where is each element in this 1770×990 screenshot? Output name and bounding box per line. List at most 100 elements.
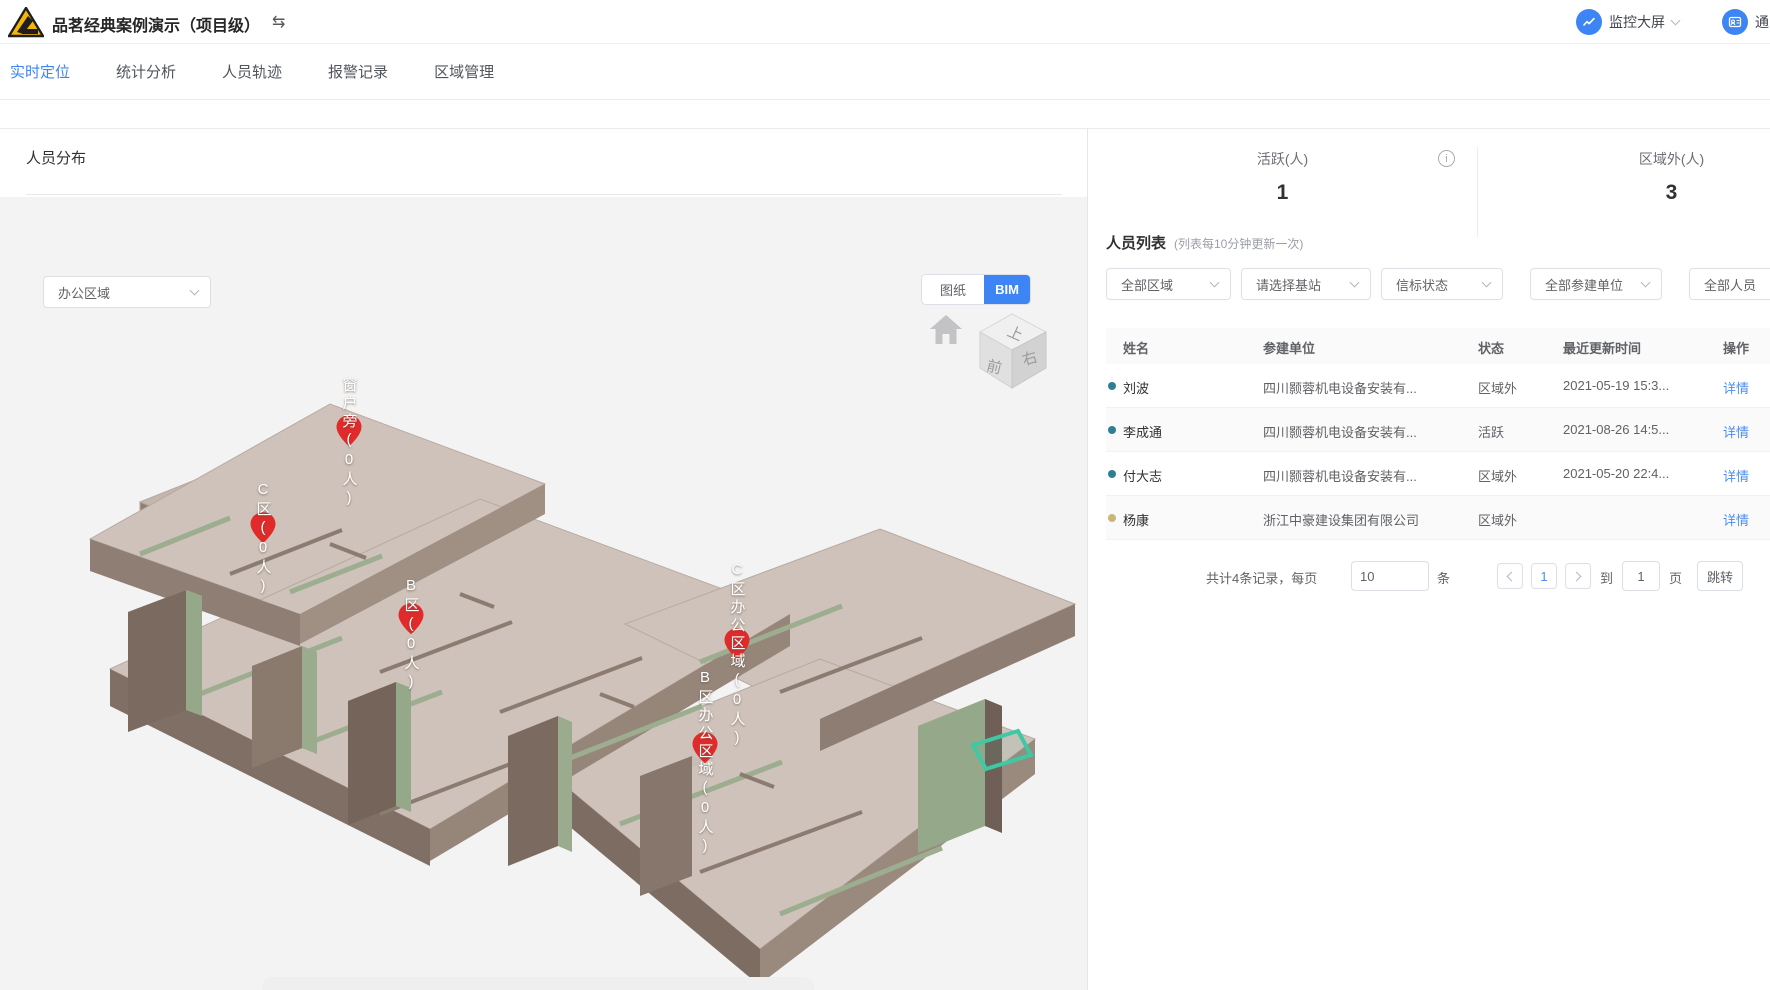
area-select-dropdown[interactable]: 办公区域 bbox=[43, 276, 211, 308]
detail-link[interactable]: 详情 bbox=[1723, 378, 1749, 397]
top-header: 品茗经典案例演示（项目级） ⇆ 监控大屏 通 bbox=[0, 0, 1770, 44]
cell-status: 区域外 bbox=[1478, 378, 1517, 397]
stat-active-value: 1 bbox=[1088, 181, 1477, 205]
switch-project-icon[interactable]: ⇆ bbox=[272, 12, 285, 32]
filter-beacon-status[interactable]: 信标状态 bbox=[1381, 268, 1503, 300]
filter-base-station-value: 请选择基站 bbox=[1256, 275, 1321, 294]
cell-company: 四川颢蓉机电设备安装有... bbox=[1263, 378, 1417, 397]
monitor-chart-icon bbox=[1576, 9, 1602, 35]
chevron-left-icon bbox=[1507, 571, 1517, 581]
personnel-list-title-row: 人员列表 (列表每10分钟更新一次) bbox=[1106, 232, 1303, 253]
cell-name: 杨康 bbox=[1123, 510, 1149, 529]
col-status: 状态 bbox=[1478, 338, 1504, 357]
filter-all-areas-value: 全部区域 bbox=[1121, 275, 1173, 294]
home-view-icon[interactable] bbox=[925, 309, 967, 351]
filter-beacon-status-value: 信标状态 bbox=[1396, 275, 1448, 294]
tab-statistics-analysis[interactable]: 统计分析 bbox=[116, 61, 176, 82]
col-name: 姓名 bbox=[1123, 338, 1149, 357]
cell-name: 李成通 bbox=[1123, 422, 1162, 441]
page-size-input[interactable] bbox=[1351, 561, 1429, 591]
personnel-distribution-panel: 人员分布 bbox=[0, 129, 1087, 990]
filter-company-value: 全部参建单位 bbox=[1545, 275, 1623, 294]
cell-company: 浙江中豪建设集团有限公司 bbox=[1263, 510, 1419, 529]
chevron-right-icon bbox=[1572, 571, 1582, 581]
col-updated: 最近更新时间 bbox=[1563, 338, 1641, 357]
goto-page-input[interactable] bbox=[1622, 561, 1660, 591]
tab-personnel-track[interactable]: 人员轨迹 bbox=[222, 61, 282, 82]
stat-active: 活跃(人) 1 bbox=[1088, 149, 1477, 205]
stat-outside-value: 3 bbox=[1477, 181, 1770, 205]
view-mode-toggle: 图纸 BIM bbox=[922, 275, 1030, 304]
right-panel: 活跃(人) 1 i 区域外(人) 3 人员列表 (列表每10分钟更新一次) 全部… bbox=[1087, 129, 1770, 990]
tab-alarm-records[interactable]: 报警记录 bbox=[328, 61, 388, 82]
stat-outside-label: 区域外(人) bbox=[1477, 149, 1770, 169]
monitor-screen-button[interactable]: 监控大屏 bbox=[1576, 9, 1679, 35]
page-number-button[interactable]: 1 bbox=[1531, 563, 1557, 589]
panel-title: 人员分布 bbox=[26, 147, 86, 168]
tab-realtime-location[interactable]: 实时定位 bbox=[10, 61, 70, 82]
area-pin[interactable] bbox=[692, 731, 719, 764]
cell-updated: 2021-05-19 15:3... bbox=[1563, 378, 1669, 393]
next-page-button[interactable] bbox=[1565, 563, 1591, 589]
personnel-list-title: 人员列表 bbox=[1106, 232, 1166, 253]
tab-area-management[interactable]: 区域管理 bbox=[434, 61, 494, 82]
cell-company: 四川颢蓉机电设备安装有... bbox=[1263, 422, 1417, 441]
bim-mode-button[interactable]: BIM bbox=[984, 275, 1030, 304]
status-dot bbox=[1108, 514, 1116, 522]
viewer-toolbar bbox=[262, 977, 814, 990]
area-pin[interactable] bbox=[336, 414, 363, 447]
bim-viewport[interactable]: 办公区域 图纸 BIM 上 前 右 bbox=[0, 197, 1087, 990]
contact-card-icon bbox=[1722, 9, 1748, 35]
filter-all-areas[interactable]: 全部区域 bbox=[1106, 268, 1231, 300]
table-row[interactable]: 付大志 四川颢蓉机电设备安装有... 区域外 2021-05-20 22:4..… bbox=[1106, 452, 1770, 496]
table-row[interactable]: 刘波 四川颢蓉机电设备安装有... 区域外 2021-05-19 15:3...… bbox=[1106, 364, 1770, 408]
monitor-screen-label: 监控大屏 bbox=[1609, 12, 1665, 32]
table-row[interactable]: 李成通 四川颢蓉机电设备安装有... 活跃 2021-08-26 14:5...… bbox=[1106, 408, 1770, 452]
main-nav-tabs: 实时定位 统计分析 人员轨迹 报警记录 区域管理 bbox=[0, 44, 1770, 100]
stat-active-label: 活跃(人) bbox=[1088, 149, 1477, 169]
cell-updated: 2021-08-26 14:5... bbox=[1563, 422, 1669, 437]
filter-all-personnel-value: 全部人员 bbox=[1704, 275, 1756, 294]
table-header-row: 姓名 参建单位 状态 最近更新时间 操作 bbox=[1106, 328, 1770, 364]
area-pin[interactable] bbox=[250, 511, 277, 544]
detail-link[interactable]: 详情 bbox=[1723, 422, 1749, 441]
area-select-value: 办公区域 bbox=[58, 283, 110, 302]
drawing-mode-button[interactable]: 图纸 bbox=[922, 275, 984, 304]
contact-book-button[interactable]: 通 bbox=[1722, 9, 1769, 35]
cell-updated: 2021-05-20 22:4... bbox=[1563, 466, 1669, 481]
refresh-note: (列表每10分钟更新一次) bbox=[1174, 235, 1303, 252]
detail-link[interactable]: 详情 bbox=[1723, 466, 1749, 485]
pagination-unit: 条 bbox=[1437, 568, 1450, 587]
status-dot bbox=[1108, 382, 1116, 390]
prev-page-button[interactable] bbox=[1497, 563, 1523, 589]
area-pin[interactable] bbox=[398, 602, 425, 635]
chevron-down-icon bbox=[190, 286, 200, 296]
col-company: 参建单位 bbox=[1263, 338, 1315, 357]
area-pin[interactable] bbox=[724, 627, 751, 660]
chevron-down-icon bbox=[1482, 278, 1492, 288]
filter-base-station[interactable]: 请选择基站 bbox=[1241, 268, 1371, 300]
status-dot bbox=[1108, 470, 1116, 478]
detail-link[interactable]: 详情 bbox=[1723, 510, 1749, 529]
personnel-table: 姓名 参建单位 状态 最近更新时间 操作 刘波 四川颢蓉机电设备安装有... 区… bbox=[1106, 328, 1770, 540]
goto-label: 到 bbox=[1600, 568, 1613, 587]
info-icon[interactable]: i bbox=[1438, 150, 1455, 167]
panel-title-rule bbox=[26, 194, 1062, 195]
view-nav-cube[interactable]: 上 前 右 bbox=[968, 302, 1060, 394]
pagination-bar: 共计4条记录，每页 条 1 到 页 跳转 bbox=[1088, 559, 1770, 593]
filter-all-personnel[interactable]: 全部人员 bbox=[1689, 268, 1770, 300]
project-title: 品茗经典案例演示（项目级） bbox=[52, 12, 260, 36]
brand-logo-icon bbox=[8, 7, 44, 38]
cell-status: 区域外 bbox=[1478, 510, 1517, 529]
page-unit-label: 页 bbox=[1669, 568, 1682, 587]
contact-book-label: 通 bbox=[1755, 12, 1769, 32]
app-root: 品茗经典案例演示（项目级） ⇆ 监控大屏 通 实时定位 统计分析 人员轨迹 报警… bbox=[0, 0, 1770, 990]
jump-button[interactable]: 跳转 bbox=[1697, 561, 1743, 591]
filter-company[interactable]: 全部参建单位 bbox=[1530, 268, 1662, 300]
cell-name: 付大志 bbox=[1123, 466, 1162, 485]
jump-button-label: 跳转 bbox=[1707, 567, 1733, 586]
bim-model-canvas[interactable] bbox=[80, 394, 1080, 989]
page-number: 1 bbox=[1540, 569, 1547, 584]
chevron-down-icon bbox=[1671, 16, 1681, 26]
table-row[interactable]: 杨康 浙江中豪建设集团有限公司 区域外 详情 bbox=[1106, 496, 1770, 540]
